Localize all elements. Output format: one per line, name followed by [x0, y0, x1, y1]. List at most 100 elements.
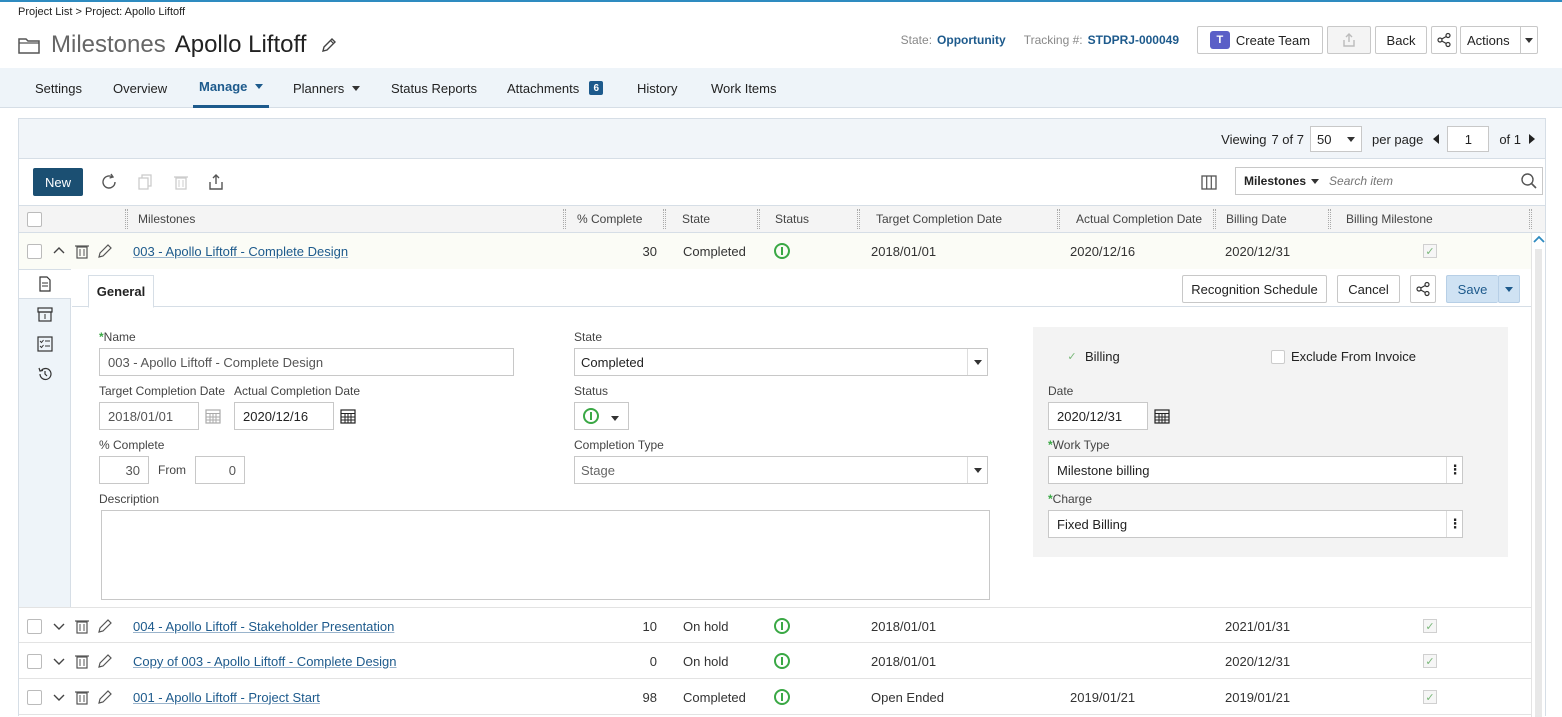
state-dropdown[interactable]: Completed: [574, 348, 988, 376]
tab-work-items[interactable]: Work Items: [711, 68, 777, 108]
column-header-milestones[interactable]: Milestones: [138, 206, 195, 232]
milestone-link[interactable]: 003 - Apollo Liftoff - Complete Design: [133, 244, 348, 259]
work-type-field[interactable]: Milestone billing ⋮: [1048, 456, 1463, 484]
from-label: From: [158, 463, 186, 477]
export-header-button[interactable]: [1327, 26, 1371, 54]
charge-field[interactable]: Fixed Billing ⋮: [1048, 510, 1463, 538]
save-options-dropdown[interactable]: [1498, 275, 1520, 303]
completion-type-dropdown[interactable]: Stage: [574, 456, 988, 484]
scrollbar-thumb[interactable]: [1535, 249, 1542, 717]
column-header-target-completion-date[interactable]: Target Completion Date: [876, 206, 1002, 232]
expand-chevron-icon[interactable]: [52, 619, 66, 633]
expand-chevron-icon[interactable]: [52, 654, 66, 668]
trash-icon[interactable]: [74, 243, 90, 259]
tab-planners[interactable]: Planners: [293, 68, 361, 108]
edit-title-icon[interactable]: [320, 36, 338, 54]
column-header-billing-date[interactable]: Billing Date: [1226, 206, 1287, 232]
edit-icon[interactable]: [97, 653, 113, 669]
calendar-icon[interactable]: [205, 408, 221, 424]
column-header-actual-completion-date[interactable]: Actual Completion Date: [1076, 206, 1202, 232]
actions-label: Actions: [1461, 27, 1521, 53]
column-header-percent-complete[interactable]: % Complete: [577, 206, 642, 232]
export-grid-button[interactable]: [206, 172, 226, 192]
from-field[interactable]: 0: [195, 456, 245, 484]
exclude-invoice-checkbox[interactable]: [1271, 349, 1285, 364]
detail-checklist-nav[interactable]: [19, 329, 71, 359]
exclude-invoice-row[interactable]: Exclude From Invoice: [1271, 349, 1416, 364]
breadcrumb[interactable]: Project List > Project: Apollo Liftoff: [18, 6, 185, 18]
trash-icon[interactable]: [74, 653, 90, 669]
columns-button[interactable]: [1199, 172, 1219, 192]
target-date-cell: 2018/01/01: [871, 243, 937, 259]
detail-archive-nav[interactable]: [19, 299, 71, 329]
detail-history-nav[interactable]: [19, 359, 71, 389]
tab-history[interactable]: History: [637, 68, 677, 108]
edit-icon[interactable]: [97, 618, 113, 634]
per-page-select[interactable]: 50: [1309, 126, 1362, 152]
new-button[interactable]: New: [33, 168, 83, 196]
table-row[interactable]: 001 - Apollo Liftoff - Project Start 98 …: [19, 679, 1531, 715]
tab-manage[interactable]: Manage: [193, 68, 270, 108]
collapse-chevron-icon[interactable]: [52, 244, 66, 258]
table-row[interactable]: 004 - Apollo Liftoff - Stakeholder Prese…: [19, 607, 1531, 643]
table-row[interactable]: Copy of 003 - Apollo Liftoff - Complete …: [19, 643, 1531, 679]
share-button[interactable]: [1431, 26, 1457, 54]
refresh-button[interactable]: [99, 172, 119, 192]
trash-icon[interactable]: [74, 618, 90, 634]
copy-button[interactable]: [135, 172, 155, 192]
detail-share-button[interactable]: [1410, 275, 1436, 303]
prev-page-icon[interactable]: [1433, 134, 1440, 144]
edit-icon[interactable]: [97, 243, 113, 259]
next-page-icon[interactable]: [1529, 134, 1535, 144]
grid-scrollbar[interactable]: [1531, 233, 1545, 717]
row-checkbox[interactable]: [27, 689, 42, 705]
search-scope-dropdown[interactable]: Milestones: [1236, 174, 1325, 188]
edit-icon[interactable]: [97, 689, 113, 705]
select-all-checkbox[interactable]: [27, 211, 42, 227]
billing-check-icon[interactable]: ✓: [1065, 350, 1079, 364]
recognition-schedule-button[interactable]: Recognition Schedule: [1182, 275, 1327, 303]
billing-checkbox-row[interactable]: ✓ Billing: [1065, 349, 1119, 364]
milestone-link[interactable]: 001 - Apollo Liftoff - Project Start: [133, 690, 320, 705]
more-vertical-icon[interactable]: ⋮: [1446, 511, 1462, 537]
name-field[interactable]: 003 - Apollo Liftoff - Complete Design: [99, 348, 514, 376]
page-number-input[interactable]: 1: [1447, 126, 1490, 152]
expand-chevron-icon[interactable]: [52, 690, 66, 704]
create-team-button[interactable]: T Create Team: [1197, 26, 1323, 54]
delete-button[interactable]: [171, 172, 191, 192]
calendar-icon[interactable]: [1154, 408, 1170, 424]
actions-dropdown[interactable]: Actions: [1460, 26, 1538, 54]
save-button[interactable]: Save: [1446, 275, 1498, 303]
scroll-up-icon[interactable]: [1533, 235, 1545, 245]
column-header-billing-milestone[interactable]: Billing Milestone: [1346, 206, 1433, 232]
search-icon[interactable]: [1520, 172, 1538, 190]
actual-date-field[interactable]: 2020/12/16: [234, 402, 334, 430]
row-checkbox[interactable]: [27, 243, 42, 259]
tab-status-reports[interactable]: Status Reports: [391, 68, 477, 108]
cancel-button[interactable]: Cancel: [1337, 275, 1400, 303]
detail-general-nav[interactable]: [19, 269, 71, 299]
billing-date-field[interactable]: 2020/12/31: [1048, 402, 1148, 430]
table-row[interactable]: 003 - Apollo Liftoff - Complete Design 3…: [19, 233, 1531, 269]
target-date-field[interactable]: 2018/01/01: [99, 402, 199, 430]
calendar-icon[interactable]: [340, 408, 356, 424]
tab-attachments[interactable]: Attachments 6: [507, 68, 604, 108]
tab-settings[interactable]: Settings: [35, 68, 82, 108]
row-checkbox[interactable]: [27, 618, 42, 634]
percent-complete-field[interactable]: 30: [99, 456, 149, 484]
milestone-link[interactable]: Copy of 003 - Apollo Liftoff - Complete …: [133, 654, 397, 669]
column-header-state[interactable]: State: [682, 206, 710, 232]
percent-complete-cell: 0: [649, 653, 657, 669]
tab-general[interactable]: General: [88, 275, 154, 308]
tab-overview[interactable]: Overview: [113, 68, 167, 108]
column-header-status[interactable]: Status: [775, 206, 809, 232]
trash-icon[interactable]: [74, 689, 90, 705]
row-checkbox[interactable]: [27, 653, 42, 669]
search-input[interactable]: [1325, 174, 1520, 188]
milestone-link[interactable]: 004 - Apollo Liftoff - Stakeholder Prese…: [133, 619, 394, 634]
back-button[interactable]: Back: [1375, 26, 1427, 54]
more-vertical-icon[interactable]: ⋮: [1446, 457, 1462, 483]
status-dropdown[interactable]: [574, 402, 629, 430]
description-textarea[interactable]: [101, 510, 990, 600]
chevron-down-icon: [973, 359, 982, 365]
